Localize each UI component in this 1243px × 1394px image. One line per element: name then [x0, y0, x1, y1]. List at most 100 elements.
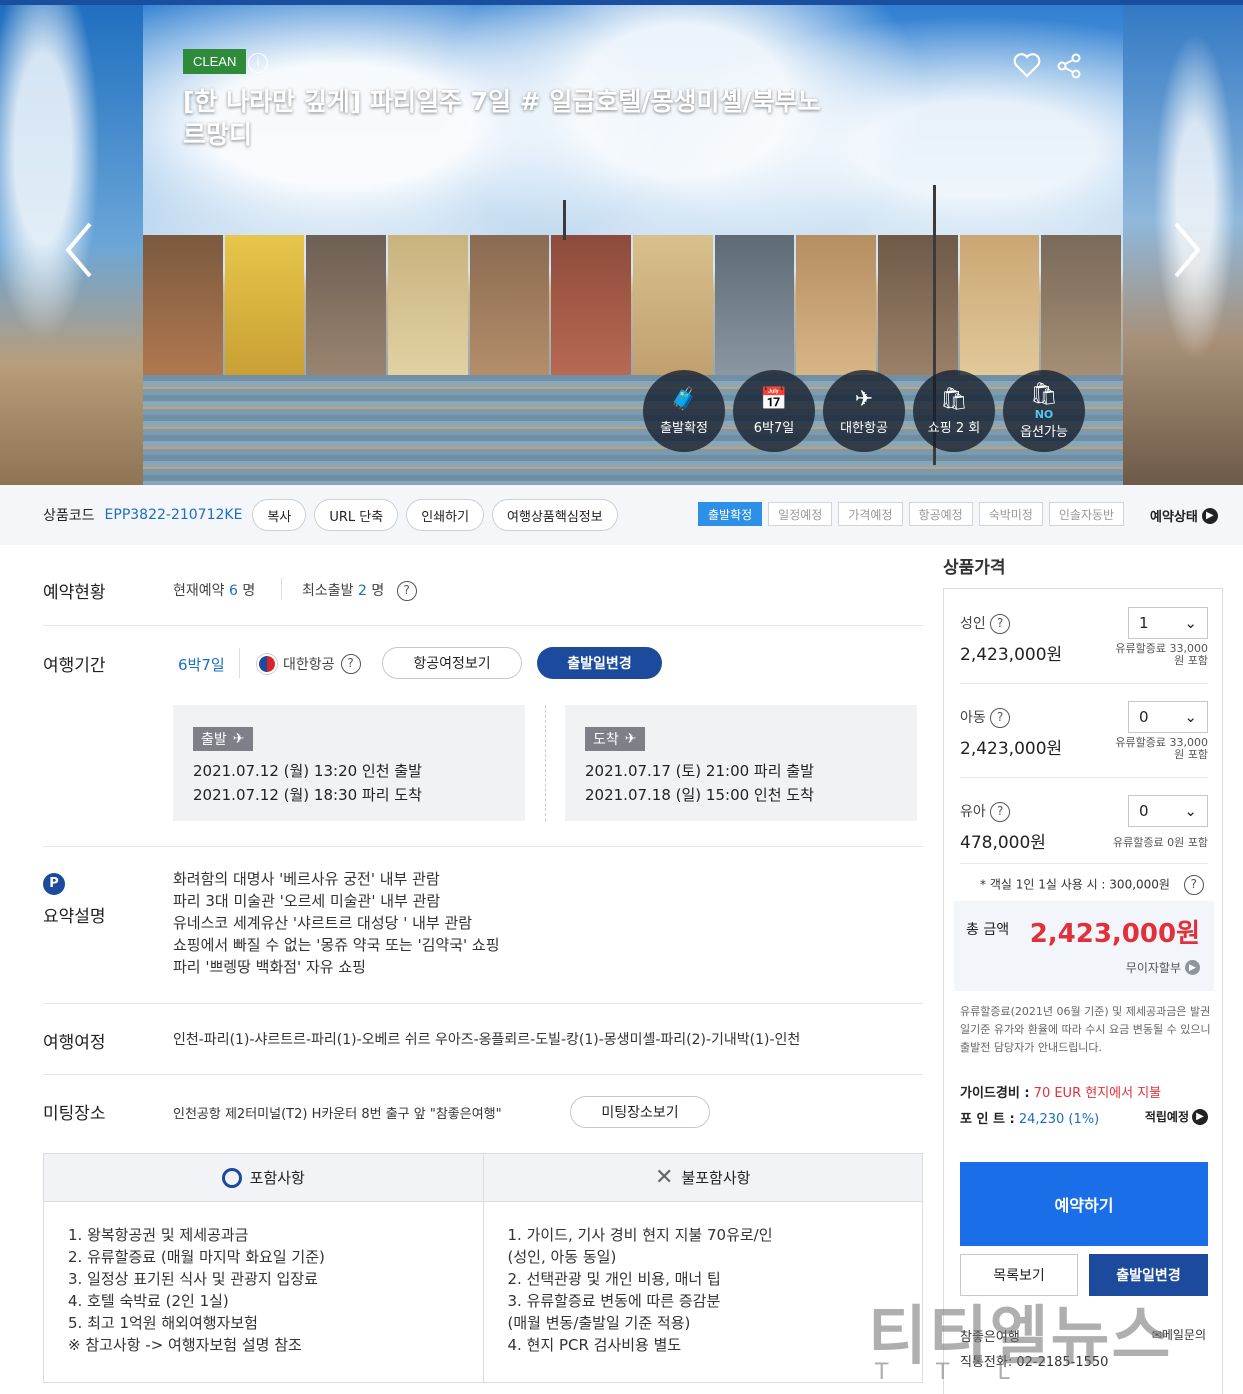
divider [43, 625, 923, 626]
adult-row: 성인 ? 2,423,000원 1 ⌄ 유류할증료 33,000 원 포함 [960, 607, 1208, 667]
departure-tag: 출발 ✈ [193, 727, 253, 751]
reservation-status-label: 예약상태 [1150, 510, 1198, 525]
feature-shopping: 🛍 쇼핑 2 회 [913, 370, 995, 452]
question-icon[interactable]: ? [1183, 875, 1204, 895]
adult-qty-value: 1 [1139, 614, 1149, 632]
list-item: 3. 일정상 표기된 식사 및 관광지 입장료 [68, 1270, 318, 1288]
feature-label: 대한항공 [840, 420, 888, 436]
total-box: 총 금액 2,423,000원 무이자할부 ▶ [954, 901, 1214, 991]
chevron-right-icon: ▶ [1192, 1108, 1208, 1125]
list-item: 2. 유류할증료 (매월 마지막 화요일 기준) [68, 1248, 325, 1266]
departure-flight-box: 출발 ✈ 2021.07.12 (월) 13:20 인천 출발 2021.07.… [173, 705, 525, 821]
clean-badge: CLEAN [183, 49, 247, 74]
adult-qty-select[interactable]: 1 ⌄ [1128, 607, 1208, 639]
infant-row: 유아 ? 478,000원 0 ⌄ 유류할증료 0원 포함 [960, 795, 1208, 853]
product-title: [한 나라만 깊게] 파리일주 7일 # 일급호텔/몽생미셸/북부노르망디 [183, 87, 821, 149]
chevron-right-icon: ▶ [1201, 507, 1218, 524]
departure-line-1: 2021.07.12 (월) 13:20 인천 출발 [193, 762, 422, 780]
share-icon[interactable] [1055, 52, 1083, 84]
child-qty-select[interactable]: 0 ⌄ [1128, 701, 1208, 733]
list-item: 4. 호텔 숙박료 (2인 1실) [68, 1292, 229, 1310]
airline-name: 대한항공 [283, 657, 335, 673]
news-watermark-sub: TTL [875, 1360, 1058, 1385]
question-icon[interactable]: ? [990, 708, 1011, 728]
guide-fee: 가이드경비 : 70 EUR 현지에서 지불 [960, 1082, 1161, 1101]
reservation-status-link[interactable]: 예약상태 ▶ [1150, 506, 1218, 525]
harbor-houses [143, 235, 1123, 375]
divider [43, 846, 923, 847]
next-slide-arrow-icon[interactable] [1170, 220, 1204, 280]
arrival-tag: 도착 ✈ [585, 727, 645, 751]
feature-option: 🛍 NO 옵션가능 [1003, 370, 1085, 452]
shopping-bag-icon: 🛍 [940, 386, 968, 412]
p-badge-icon: P [43, 873, 65, 895]
heart-icon[interactable] [1013, 52, 1041, 82]
points-row: 포 인 트 : 24,230 (1%) 적립예정 ▶ [960, 1108, 1208, 1127]
chevron-down-icon: ⌄ [1184, 802, 1197, 820]
feature-label: 옵션가능 [1020, 425, 1068, 440]
accumulation-label: 적립예정 [1144, 1110, 1189, 1124]
accumulation-link[interactable]: 적립예정 ▶ [1145, 1108, 1208, 1125]
question-icon[interactable]: ? [340, 654, 361, 674]
question-icon[interactable]: ? [990, 614, 1011, 634]
arrival-tag-label: 도착 [593, 732, 619, 748]
copy-button[interactable]: 복사 [252, 499, 307, 531]
airplane-icon: ✈ [854, 386, 874, 412]
return-line-2: 2021.07.18 (일) 15:00 인천 도착 [585, 786, 814, 804]
min-unit: 명 [371, 583, 385, 599]
status-tag-schedule: 일정예정 [768, 502, 833, 526]
meeting-title: 미팅장소 [43, 1104, 106, 1124]
price-title: 상품가격 [943, 558, 1006, 578]
key-info-button[interactable]: 여행상품핵심정보 [492, 499, 618, 531]
question-icon[interactable]: ? [990, 802, 1011, 822]
meeting-place-button[interactable]: 미팅장소보기 [570, 1096, 710, 1128]
included-list: 1. 왕복항공권 및 제세공과금 2. 유류할증료 (매월 마지막 화요일 기준… [44, 1202, 484, 1382]
list-item: (매월 변동/출발일 기준 적용) [507, 1314, 691, 1332]
divider [281, 578, 282, 600]
fuel-note-line: 원 포함 [1174, 748, 1208, 761]
reserve-button[interactable]: 예약하기 [960, 1162, 1208, 1246]
departure-line-2: 2021.07.12 (월) 18:30 파리 도착 [193, 786, 422, 804]
child-qty-value: 0 [1139, 708, 1149, 726]
feature-label: 쇼핑 2 회 [927, 420, 981, 436]
min-count: 2 [357, 583, 367, 599]
url-shorten-button[interactable]: URL 단축 [314, 499, 399, 531]
departure-tag-label: 출발 [201, 732, 227, 748]
infant-qty-select[interactable]: 0 ⌄ [1128, 795, 1208, 827]
guide-fee-value: 70 EUR 현지에서 지불 [1033, 1086, 1162, 1101]
list-item: 3. 유류할증료 변동에 따른 증감분 [507, 1292, 721, 1310]
single-room-note: * 객실 1인 1실 사용 시 : 300,000원 ? [980, 875, 1204, 895]
summary-title: 요약설명 [43, 907, 106, 927]
print-button[interactable]: 인쇄하기 [406, 499, 485, 531]
meeting-text: 인천공항 제2터미널(T2) H카운터 8번 출구 앞 "참좋은여행" [173, 1107, 502, 1122]
change-departure-button[interactable]: 출발일변경 [537, 647, 662, 679]
status-tag-departure: 출발확정 [698, 502, 763, 526]
return-line-1: 2021.07.17 (토) 21:00 파리 출발 [585, 762, 814, 780]
points-value: 24,230 (1%) [1018, 1112, 1100, 1127]
divider [960, 777, 1208, 778]
adult-label-text: 성인 [960, 616, 986, 632]
list-item: (성인, 아동 동일) [507, 1248, 617, 1266]
flight-itinerary-button[interactable]: 항공여정보기 [382, 647, 522, 679]
child-row: 아동 ? 2,423,000원 0 ⌄ 유류할증료 33,000 원 포함 [960, 701, 1208, 761]
total-label: 총 금액 [966, 922, 1010, 938]
price-panel: 성인 ? 2,423,000원 1 ⌄ 유류할증료 33,000 원 포함 아동 ?… [943, 588, 1223, 1394]
single-room-note-text: * 객실 1인 1실 사용 시 : 300,000원 [980, 877, 1170, 892]
fuel-note-line: 원 포함 [1174, 654, 1208, 667]
info-icon[interactable]: i [248, 53, 268, 73]
korean-air-logo-icon [257, 654, 277, 674]
product-code-label: 상품코드 [43, 508, 95, 524]
child-label-text: 아동 [960, 710, 986, 726]
status-tag-escort: 인솔자동반 [1048, 502, 1125, 526]
list-item: 2. 선택관광 및 개인 비용, 매너 팁 [507, 1270, 721, 1288]
summary-item: 파리 3대 미술관 '오르세 미술관' 내부 관람 [173, 892, 441, 910]
installment-link[interactable]: 무이자할부 ▶ [1126, 959, 1200, 976]
feature-duration: 📅 6박7일 [733, 370, 815, 452]
question-icon[interactable]: ? [396, 581, 417, 601]
chevron-right-icon: ▶ [1185, 960, 1200, 975]
points-label: 포 인 트 : [960, 1112, 1015, 1127]
summary-item: 쇼핑에서 빠질 수 없는 '몽쥬 약국 또는 '김약국' 쇼핑 [173, 936, 500, 954]
divider [43, 1074, 923, 1075]
prev-slide-arrow-icon[interactable] [62, 220, 96, 280]
fuel-surcharge-notice: 유류할증료(2021년 06월 기준) 및 제세공과금은 발권일기준 유가와 환… [960, 1005, 1211, 1054]
